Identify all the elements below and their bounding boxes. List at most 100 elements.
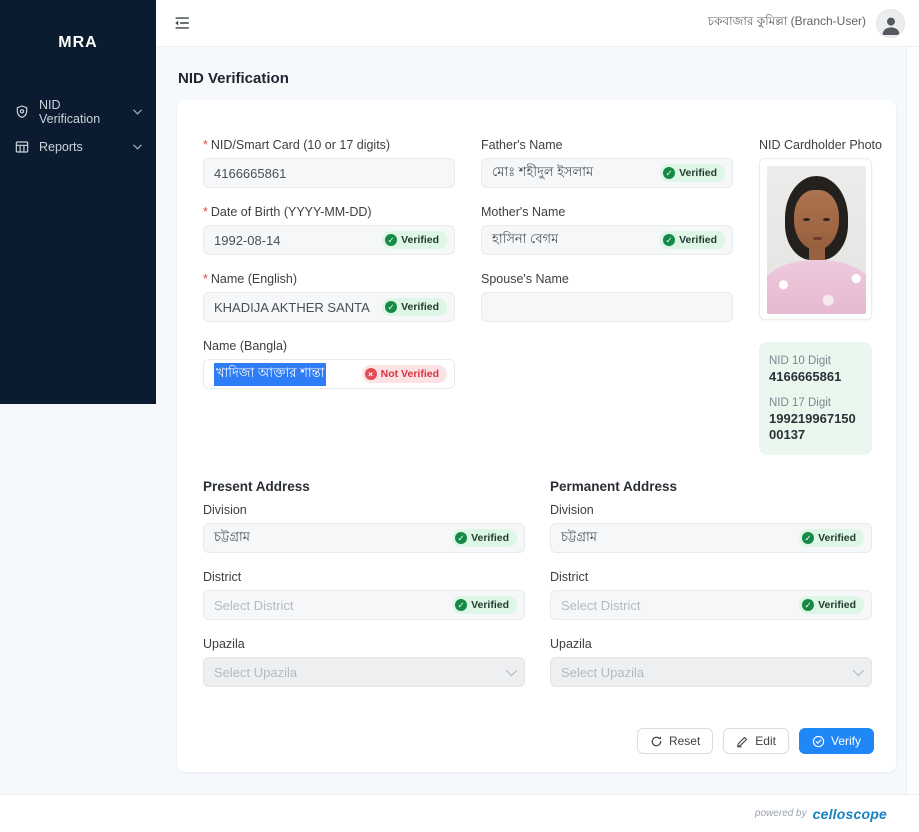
reset-button[interactable]: Reset: [636, 728, 714, 754]
verified-badge: ✓ Verified: [382, 298, 447, 316]
nid10-value: 4166665861: [769, 369, 842, 384]
chevron-down-icon: [505, 664, 518, 677]
verified-badge: ✓ Verified: [799, 596, 864, 614]
celloscope-logo: celloscope: [812, 805, 887, 822]
father-name-input[interactable]: মোঃ শহীদুল ইসলাম ✓ Verified: [481, 158, 733, 188]
shield-badge-icon: [14, 104, 30, 120]
field-mother-name: Mother's Name হাসিনা বেগম ✓ Verified: [481, 205, 733, 255]
permanent-address-section: Permanent Address Division চট্টগ্রাম ✓ Ve…: [550, 479, 872, 704]
check-icon: ✓: [802, 532, 815, 544]
permanent-upazila-select[interactable]: Select Upazila: [550, 657, 872, 687]
spouse-name-input[interactable]: [481, 292, 733, 322]
table-icon: [14, 139, 30, 155]
present-division-input[interactable]: চট্টগ্রাম ✓ Verified: [203, 523, 525, 553]
field-label: * Name (English): [203, 272, 298, 286]
name-english-input[interactable]: KHADIJA AKTHER SANTA ✓ Verified: [203, 292, 455, 322]
verified-badge: ✓ Verified: [452, 596, 517, 614]
name-bangla-input[interactable]: খাদিজা আক্তার শান্তা × Not Verified: [203, 359, 455, 389]
check-icon: ✓: [455, 532, 468, 544]
present-upazila-select[interactable]: Select Upazila: [203, 657, 525, 687]
field-spouse-name: Spouse's Name: [481, 272, 733, 322]
photo-face: [794, 190, 839, 250]
not-verified-badge: × Not Verified: [361, 365, 447, 383]
required-marker: *: [203, 138, 208, 152]
sidebar-collapse-icon[interactable]: [172, 13, 192, 33]
nid-digits-panel: NID 10 Digit 4166665861 NID 17 Digit 199…: [759, 342, 872, 455]
user-avatar[interactable]: [876, 8, 905, 38]
check-icon: ✓: [663, 234, 676, 246]
nid-input[interactable]: 4166665861: [203, 158, 455, 188]
selected-text: খাদিজা আক্তার শান্তা: [214, 362, 327, 386]
verified-badge: ✓ Verified: [799, 529, 864, 547]
field-label: Father's Name: [481, 138, 563, 152]
nid17-label: NID 17 Digit: [769, 397, 831, 409]
field-label: Division: [203, 503, 247, 517]
form-column-3: NID Cardholder Photo NID 10 Digit 416666…: [759, 138, 882, 455]
nid-verification-card: * NID/Smart Card (10 or 17 digits) 416666…: [177, 100, 896, 772]
field-label: Upazila: [550, 637, 592, 651]
edit-button[interactable]: Edit: [723, 728, 789, 754]
field-name-bangla: Name (Bangla) খাদিজা আক্তার শান্তা × Not …: [203, 339, 455, 389]
field-present-upazila: Upazila Select Upazila: [203, 637, 525, 687]
scrollbar[interactable]: [906, 47, 919, 794]
address-sections: Present Address Division চট্টগ্রাম ✓ Veri…: [203, 479, 872, 704]
required-marker: *: [203, 272, 208, 286]
nid17-value: 19921996715000137: [769, 411, 856, 442]
page-title: NID Verification: [178, 70, 289, 87]
field-label: Name (Bangla): [203, 339, 288, 353]
chevron-down-icon: [133, 144, 142, 150]
dob-input[interactable]: 1992-08-14 ✓ Verified: [203, 225, 455, 255]
nid10-label: NID 10 Digit: [769, 355, 831, 367]
portrait-photo: [767, 166, 866, 314]
field-label: District: [550, 570, 589, 584]
permanent-district-input[interactable]: Select District ✓ Verified: [550, 590, 872, 620]
field-permanent-upazila: Upazila Select Upazila: [550, 637, 872, 687]
present-district-input[interactable]: Select District ✓ Verified: [203, 590, 525, 620]
photo-eye: [803, 218, 810, 221]
check-icon: ✓: [663, 167, 676, 179]
sidebar-item-label: Reports: [39, 139, 83, 154]
form-column-1: * NID/Smart Card (10 or 17 digits) 416666…: [203, 138, 455, 406]
sidebar-item-label: NID Verification: [39, 97, 101, 126]
brand-logo: MRA: [58, 34, 98, 51]
check-circle-icon: [812, 735, 825, 747]
check-icon: ✓: [455, 599, 468, 611]
sidebar-item-reports[interactable]: Reports: [0, 129, 156, 164]
field-father-name: Father's Name মোঃ শহীদুল ইসলাম ✓ Verified: [481, 138, 733, 188]
verify-button[interactable]: Verify: [798, 728, 874, 754]
pencil-icon: [737, 736, 748, 747]
form-column-2: Father's Name মোঃ শহীদুল ইসলাম ✓ Verified…: [481, 138, 733, 339]
sidebar-menu: NID Verification Reports: [0, 94, 156, 164]
section-title: Present Address: [203, 479, 310, 494]
app-window: MRA NID Verification Reports চকবাজার কুম…: [0, 0, 919, 832]
field-present-district: District Select District ✓ Verified: [203, 570, 525, 620]
check-icon: ✓: [802, 599, 815, 611]
field-permanent-division: Division চট্টগ্রাম ✓ Verified: [550, 503, 872, 553]
nid-cardholder-photo: [759, 158, 872, 320]
refresh-icon: [651, 735, 662, 746]
check-icon: ✓: [385, 234, 398, 246]
field-label: * NID/Smart Card (10 or 17 digits): [203, 138, 391, 152]
field-permanent-district: District Select District ✓ Verified: [550, 570, 872, 620]
verified-badge: ✓ Verified: [452, 529, 517, 547]
top-header: চকবাজার কুমিল্লা (Branch-User): [156, 0, 919, 47]
sidebar: MRA NID Verification Reports: [0, 0, 156, 404]
photo-eye: [823, 218, 830, 221]
section-title: Permanent Address: [550, 479, 678, 494]
sidebar-item-nid-verification[interactable]: NID Verification: [0, 94, 156, 129]
photo-label: NID Cardholder Photo: [759, 138, 882, 152]
field-label: * Date of Birth (YYYY-MM-DD): [203, 205, 372, 219]
field-present-division: Division চট্টগ্রাম ✓ Verified: [203, 503, 525, 553]
header-user-area: চকবাজার কুমিল্লা (Branch-User): [708, 8, 905, 38]
mother-name-input[interactable]: হাসিনা বেগম ✓ Verified: [481, 225, 733, 255]
required-marker: *: [203, 205, 208, 219]
check-icon: ✓: [385, 301, 398, 313]
verified-badge: ✓ Verified: [660, 164, 725, 182]
permanent-division-input[interactable]: চট্টগ্রাম ✓ Verified: [550, 523, 872, 553]
field-label: Spouse's Name: [481, 272, 569, 286]
field-nid: * NID/Smart Card (10 or 17 digits) 416666…: [203, 138, 455, 188]
photo-scarf: [767, 260, 866, 314]
chevron-down-icon: [852, 664, 865, 677]
field-dob: * Date of Birth (YYYY-MM-DD) 1992-08-14 ✓…: [203, 205, 455, 255]
form-actions: Reset Edit Verify: [636, 728, 874, 754]
